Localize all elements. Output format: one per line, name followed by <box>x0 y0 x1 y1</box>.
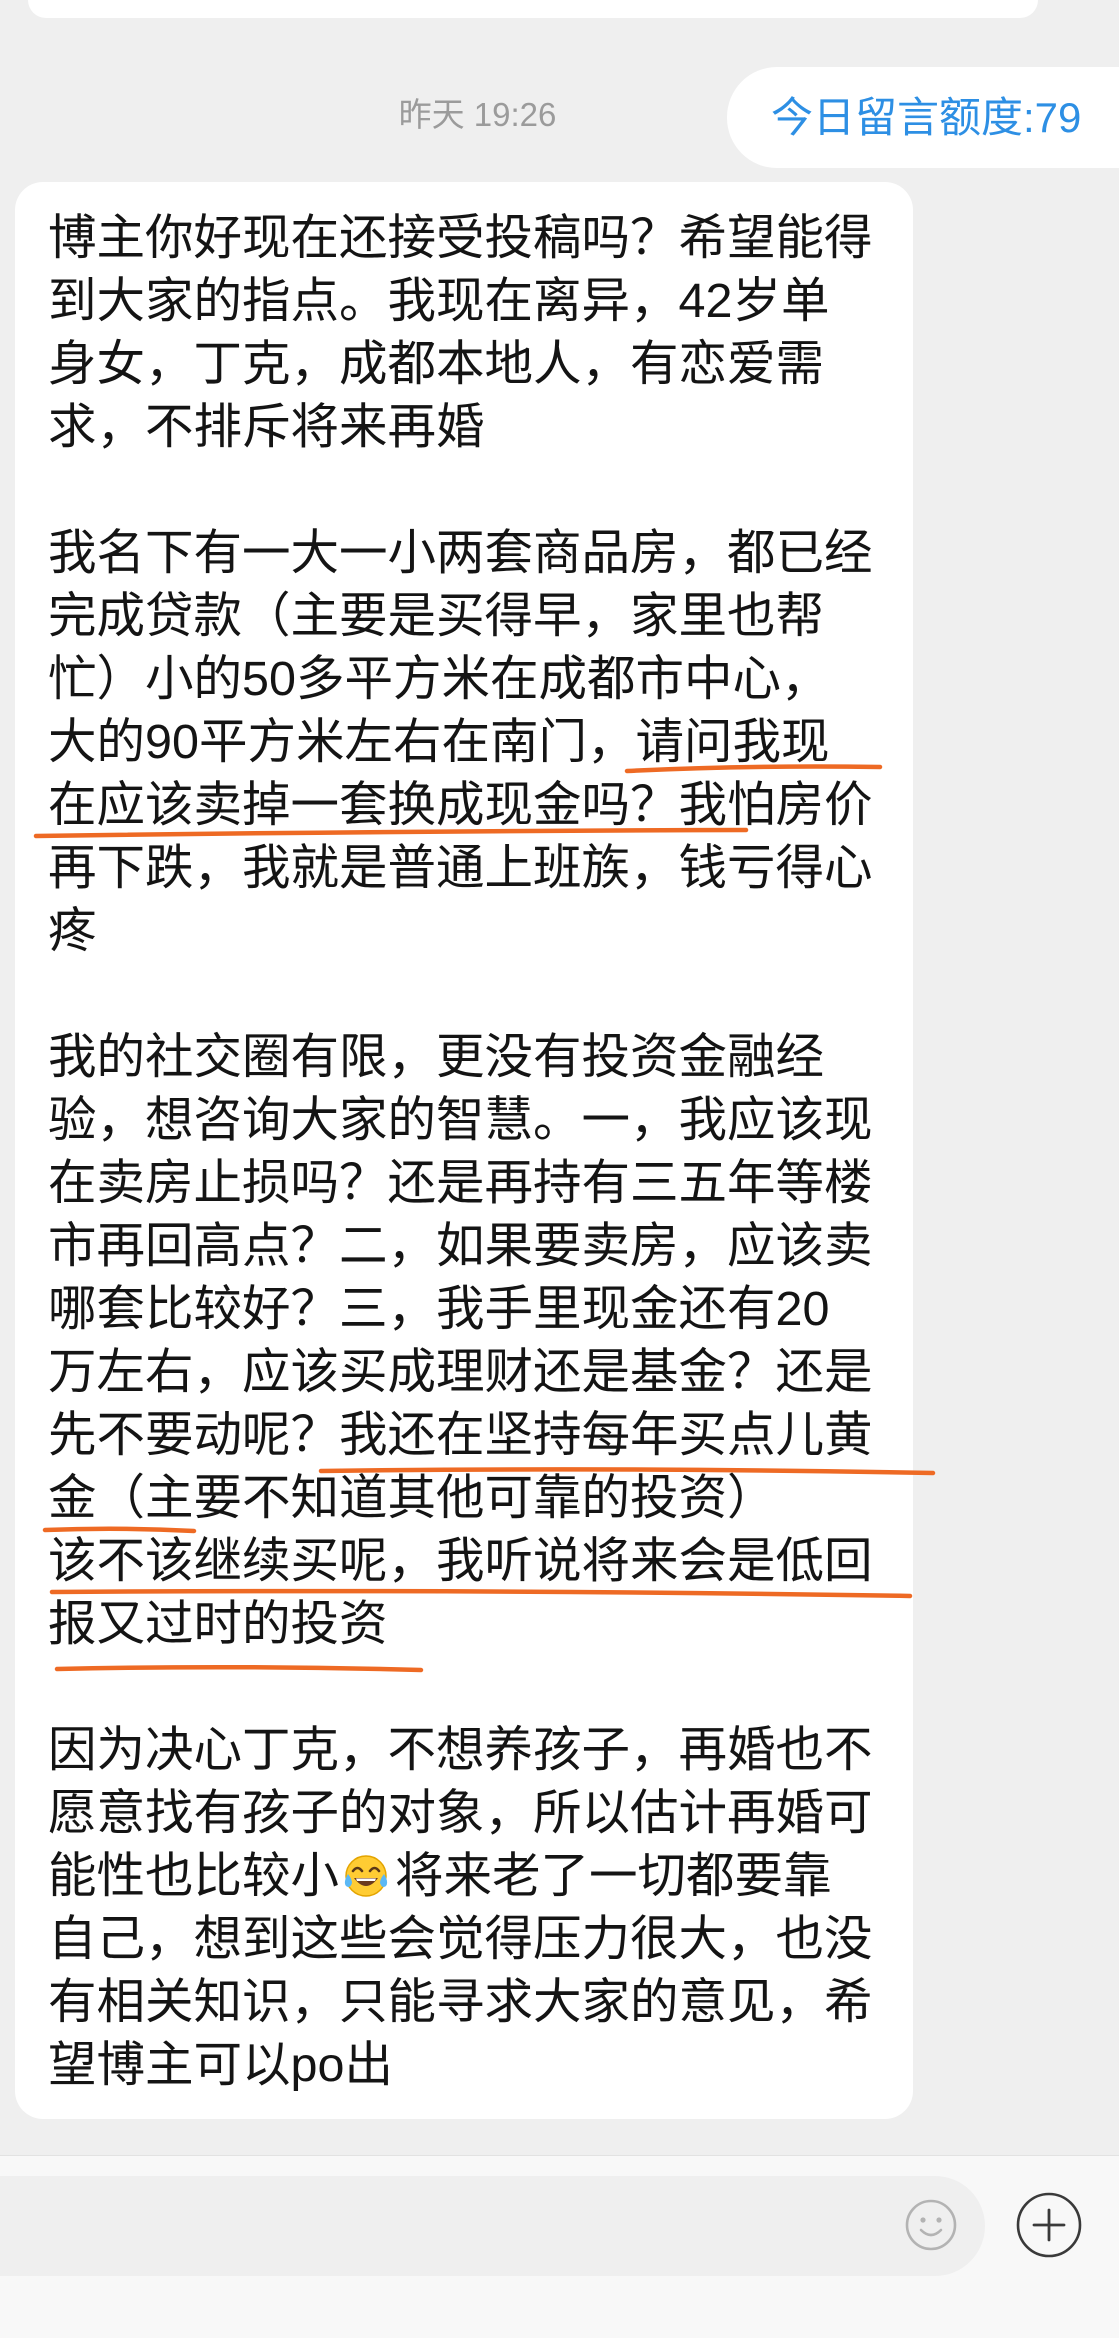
message-line: 愿意找有孩子的对象，所以估计再婚可 <box>48 1786 873 1840</box>
message-line: 忙）小的50多平方米在成都市中心， <box>48 652 830 706</box>
quota-label[interactable]: 今日留言额度:79 <box>771 94 1081 141</box>
message-line: 完成贷款（主要是买得早，家里也帮 <box>48 589 825 643</box>
received-message-bubble: 博主你好现在还接受投稿吗？希望能得 到大家的指点。我现在离异，42岁单 身女，丁… <box>15 182 913 2119</box>
message-line: 万左右，应该买成理财还是基金？还是 <box>48 1345 873 1399</box>
message-line: 大的90平方米左右在南门，请问我现 <box>48 715 830 769</box>
message-line: 到大家的指点。我现在离异，42岁单 <box>48 274 830 328</box>
message-paragraph: 我名下有一大一小两套商品房，都已经 完成贷款（主要是买得早，家里也帮 忙）小的5… <box>48 522 913 963</box>
message-line: 验，想咨询大家的智慧。一，我应该现 <box>48 1093 873 1147</box>
message-input-field[interactable] <box>0 2176 985 2276</box>
message-line: 能性也比较小 将来老了一切都要靠 <box>48 1845 913 1908</box>
message-line-text: 能性也比较小 <box>48 1849 340 1903</box>
message-paragraph: 我的社交圈有限，更没有投资金融经 验，想咨询大家的智慧。一，我应该现 在卖房止损… <box>48 1026 913 1656</box>
plus-circle-icon[interactable] <box>1015 2191 1083 2259</box>
message-line: 我名下有一大一小两套商品房，都已经 <box>48 526 873 580</box>
face-with-tears-of-joy-icon <box>341 1852 393 1900</box>
message-line: 我的社交圈有限，更没有投资金融经 <box>48 1030 825 1084</box>
message-line: 金（主要不知道其他可靠的投资） <box>48 1471 776 1525</box>
message-line: 有相关知识，只能寻求大家的意见，希 <box>48 1975 873 2029</box>
message-paragraph: 博主你好现在还接受投稿吗？希望能得 到大家的指点。我现在离异，42岁单 身女，丁… <box>48 207 913 459</box>
message-line: 博主你好现在还接受投稿吗？希望能得 <box>48 211 873 265</box>
message-line: 再下跌，我就是普通上班族，钱亏得心 <box>48 841 873 895</box>
message-line: 求，不排斥将来再婚 <box>48 400 485 454</box>
message-paragraph: 因为决心丁克，不想养孩子，再婚也不 愿意找有孩子的对象，所以估计再婚可 能性也比… <box>48 1719 913 2097</box>
message-line: 因为决心丁克，不想养孩子，再婚也不 <box>48 1723 873 1777</box>
message-line: 身女，丁克，成都本地人，有恋爱需 <box>48 337 825 391</box>
message-line: 报又过时的投资 <box>48 1597 388 1651</box>
message-line: 疼 <box>48 904 97 958</box>
message-line: 哪套比较好？三，我手里现金还有20 <box>48 1282 830 1336</box>
quota-bubble[interactable]: 今日留言额度:79 <box>727 67 1119 168</box>
message-line: 在卖房止损吗？还是再持有三五年等楼 <box>48 1156 873 1210</box>
message-line: 自己，想到这些会觉得压力很大，也没 <box>48 1912 873 1966</box>
previous-message-partial <box>28 0 1038 18</box>
message-line: 望博主可以po出 <box>48 2038 393 2092</box>
smiley-face-icon[interactable] <box>903 2197 959 2253</box>
message-line-text: 将来老了一切都要靠 <box>395 1849 832 1903</box>
message-line: 先不要动呢？我还在坚持每年买点儿黄 <box>48 1408 873 1462</box>
message-line: 在应该卖掉一套换成现金吗？我怕房价 <box>48 778 873 832</box>
message-input-bar <box>0 2155 1119 2338</box>
message-line: 市再回高点？二，如果要卖房，应该卖 <box>48 1219 873 1273</box>
message-line: 该不该继续买呢，我听说将来会是低回 <box>48 1534 873 1588</box>
